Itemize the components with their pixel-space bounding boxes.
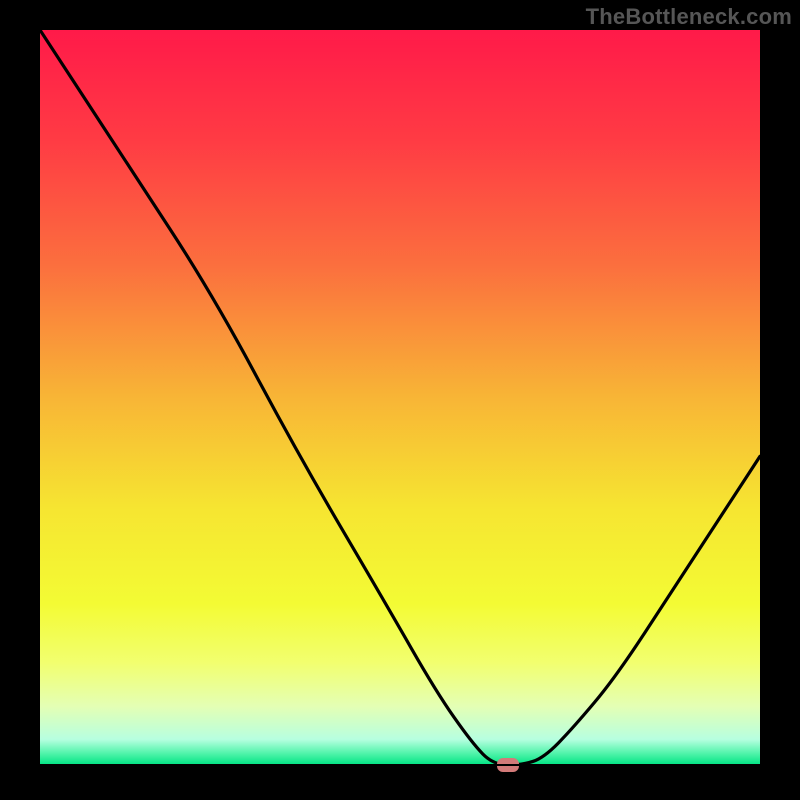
gradient-background bbox=[40, 30, 760, 765]
bottleneck-plot bbox=[0, 0, 800, 800]
chart-frame: TheBottleneck.com bbox=[0, 0, 800, 800]
